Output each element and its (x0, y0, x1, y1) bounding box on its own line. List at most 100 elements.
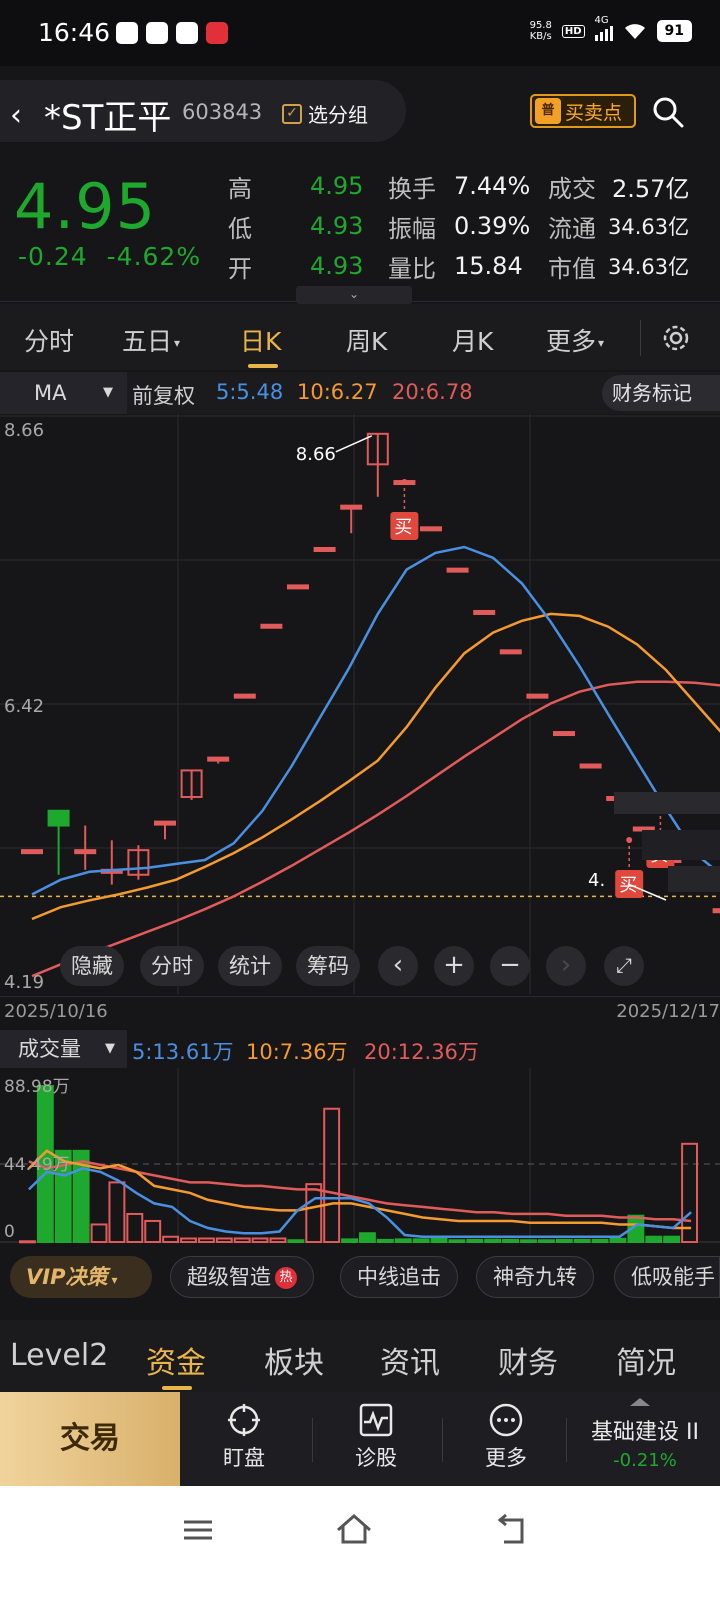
tab-news[interactable]: 资讯 (380, 1338, 440, 1382)
candle-body (579, 763, 602, 769)
ma5-line (31, 545, 720, 896)
sector-indicator[interactable]: 基础建设 II -0.21% (570, 1398, 720, 1471)
tabs-divider (640, 320, 641, 356)
stats-button[interactable]: 统计 (218, 946, 282, 986)
volume-bar (394, 1238, 412, 1243)
turnover-label: 换手 (388, 174, 436, 203)
tab-monthly-k[interactable]: 月K (452, 322, 493, 358)
tab-level2[interactable]: Level2 (10, 1338, 108, 1373)
candle-body (473, 609, 496, 615)
volume-bar (448, 1239, 466, 1243)
back-arrow-icon[interactable]: ‹ (10, 98, 22, 133)
vol-tick-zero: 0 (4, 1222, 15, 1242)
fullscreen-icon[interactable]: ⤢ (604, 946, 644, 986)
strategy-pill-1-label: 超级智造 (187, 1265, 271, 1289)
active-tab-indicator (248, 364, 278, 368)
buy-sell-point-button[interactable]: 普 买卖点 (530, 94, 636, 128)
expand-quote-chevron-icon[interactable]: ⌄ (296, 286, 412, 304)
indicator-selector[interactable]: MA ▼ (0, 372, 127, 414)
volume-bar (537, 1239, 555, 1243)
candle-body (446, 567, 469, 573)
diagnose-button[interactable]: 诊股 (326, 1402, 426, 1472)
watch-button[interactable]: 盯盘 (194, 1402, 294, 1472)
price-change: -0.24 -4.62% (18, 242, 201, 271)
vip-decision-button[interactable]: VIP决策 ▾ (10, 1256, 152, 1298)
gear-icon[interactable] (658, 320, 694, 356)
volume-bar (466, 1238, 484, 1244)
action-bar: 交易 盯盘 诊股 更多 基础建设 II -0.21% (0, 1392, 720, 1486)
tab-more[interactable]: 更多 ▾ (546, 322, 604, 358)
trade-button[interactable]: 交易 (0, 1392, 180, 1486)
intraday-button[interactable]: 分时 (140, 946, 204, 986)
y-tick-low: 4.19 (4, 972, 45, 993)
diagnose-label: 诊股 (355, 1446, 397, 1470)
open-label: 开 (228, 254, 252, 283)
tab-finance[interactable]: 财务 (498, 1338, 558, 1382)
strategy-pill-1[interactable]: 超级智造热 (170, 1256, 314, 1298)
sector-percent: -0.21% (613, 1450, 677, 1471)
menu-icon[interactable] (178, 1510, 218, 1550)
more-label: 更多 (485, 1446, 527, 1470)
select-group-label: 选分组 (308, 103, 368, 127)
tab-weekly-k[interactable]: 周K (346, 322, 387, 358)
volume-selector[interactable]: 成交量 ▼ (0, 1030, 127, 1068)
back-icon[interactable] (492, 1510, 532, 1550)
checkbox-icon: ✓ (282, 103, 302, 124)
volume-bar (287, 1239, 305, 1243)
sector-name: 基础建设 II (591, 1420, 699, 1445)
strategy-pill-4[interactable]: 低吸能手 (614, 1256, 720, 1298)
action-divider (566, 1418, 567, 1462)
candle-body (233, 693, 256, 699)
price-tag-box (668, 866, 720, 892)
volume-bar (126, 1212, 144, 1243)
volume-bar (162, 1235, 180, 1243)
date-start: 2025/10/16 (4, 1001, 108, 1022)
low-value: 4.93 (310, 212, 364, 240)
hide-button[interactable]: 隐藏 (60, 946, 124, 986)
finance-mark-button[interactable]: 财务标记 (602, 375, 720, 411)
ma-legend-bar: MA ▼ 前复权 5:5.48 10:6.27 20:6.78 财务标记 (0, 372, 720, 414)
watch-label: 盯盘 (223, 1446, 265, 1470)
tab-daily-k[interactable]: 日K (240, 322, 281, 358)
vol-tick-high: 88.98万 (4, 1077, 70, 1097)
buy-sell-label: 买卖点 (565, 101, 623, 124)
select-group-button[interactable]: ✓ 选分组 (282, 99, 368, 128)
candle-body (287, 584, 309, 590)
candle-body (499, 649, 522, 655)
chips-button[interactable]: 筹码 (296, 946, 360, 986)
network-type: 4G (594, 15, 609, 26)
strategy-pill-3[interactable]: 神奇九转 (476, 1256, 594, 1298)
tab-funds[interactable]: 资金 (146, 1338, 206, 1382)
home-icon[interactable] (334, 1510, 374, 1550)
zoom-out-icon[interactable]: − (490, 946, 530, 986)
amplitude-label: 振幅 (388, 214, 436, 243)
more-button[interactable]: 更多 (456, 1402, 556, 1472)
quote-col-2: 换手 7.44% 振幅 0.39% 量比 15.84 (388, 166, 530, 286)
tab-sector[interactable]: 板块 (264, 1338, 324, 1382)
stock-name: *ST正平 (44, 98, 172, 138)
float-cap-label: 流通 (548, 214, 596, 243)
zoom-in-icon[interactable]: + (434, 946, 474, 986)
candle-body (340, 504, 363, 510)
ma20-value: 20:6.78 (392, 380, 473, 404)
volume-bar (305, 1183, 323, 1243)
high-value: 4.95 (310, 172, 364, 200)
tab-profile[interactable]: 简况 (616, 1338, 676, 1382)
tab-five-day[interactable]: 五日 ▾ (122, 322, 180, 358)
tab-intraday[interactable]: 分时 (24, 322, 74, 358)
amount-label: 成交 (548, 174, 596, 203)
signal-dot (626, 837, 633, 843)
adjust-mode[interactable]: 前复权 (132, 380, 195, 410)
crosshair-icon (228, 1404, 260, 1436)
volume-bar (502, 1238, 520, 1244)
search-icon[interactable] (652, 96, 684, 128)
chevron-left-icon[interactable]: ‹ (378, 946, 418, 986)
strategy-pill-2[interactable]: 中线追击 (340, 1256, 458, 1298)
kline-chart[interactable]: 8.66买买买4. 8.66 6.42 4.19 隐藏 分时 统计 筹码 ‹ +… (0, 414, 720, 994)
buy-sell-badge: 普 (535, 98, 561, 124)
high-label: 高 (228, 174, 252, 203)
volume-chart[interactable]: 88.98万 44.49万 0 (0, 1068, 720, 1244)
more-dots-icon (489, 1403, 523, 1437)
candle-body (207, 756, 230, 762)
turnover-value: 7.44% (454, 172, 531, 200)
